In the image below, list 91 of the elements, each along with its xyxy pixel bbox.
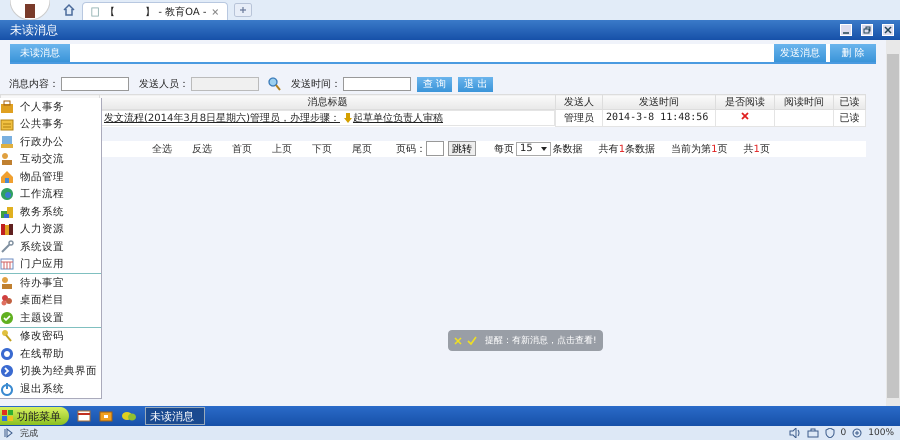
menu-item[interactable]: 工作流程: [0, 186, 101, 203]
menu-item[interactable]: 互动交流: [0, 150, 101, 168]
avatar-icon: [10, 0, 50, 20]
menu-item[interactable]: 物品管理: [0, 168, 101, 186]
menu-item[interactable]: 待办事宜: [0, 274, 101, 292]
power-icon: [0, 382, 14, 396]
per-page-suffix: 条数据: [552, 142, 583, 156]
speaker-icon[interactable]: [788, 428, 801, 438]
count-text: 当前为第1页: [671, 142, 728, 156]
menu-item[interactable]: 切换为经典界面: [0, 362, 101, 380]
start-button[interactable]: 功能菜单: [0, 407, 69, 425]
field-label: 发送时间：: [291, 78, 341, 91]
toolbox-icon[interactable]: [806, 428, 819, 438]
down-arrow-icon: [344, 113, 352, 123]
tab-title: 【 】 - 教育OA -: [105, 6, 206, 18]
menu-item[interactable]: 修改密码: [0, 328, 101, 345]
zoom-icon[interactable]: [852, 428, 862, 438]
monitor-icon: [0, 134, 14, 149]
chat-icon[interactable]: [121, 410, 137, 422]
menu-item[interactable]: 行政办公: [0, 133, 101, 150]
count-text: 共有1条数据: [598, 142, 656, 156]
per-page-select[interactable]: 15: [516, 142, 551, 156]
page-input[interactable]: [426, 141, 444, 156]
minimize-icon[interactable]: [840, 24, 852, 36]
table-cell: 管理员: [556, 110, 602, 126]
go-button[interactable]: 跳转: [448, 141, 476, 156]
pager-link[interactable]: 首页: [232, 142, 272, 156]
page-label: 页码：: [396, 142, 426, 156]
person-icon: [0, 152, 14, 166]
count-text: 共1页: [743, 142, 770, 156]
browser-tab[interactable]: 【 】 - 教育OA -: [82, 2, 228, 20]
menu-item[interactable]: 门户应用: [0, 256, 101, 273]
column-header: 是否阅读: [716, 94, 774, 110]
field-label: 发送人员：: [139, 78, 189, 91]
shield-icon[interactable]: [824, 428, 835, 438]
column-header: 阅读时间: [774, 94, 834, 110]
blocks-icon: [0, 204, 14, 219]
column-header: 发送时间: [602, 94, 716, 110]
sidebar-toggle-icon[interactable]: [4, 428, 14, 438]
new-tab-icon[interactable]: [234, 3, 252, 17]
field-label: 消息内容：: [9, 78, 59, 91]
pager-link[interactable]: 尾页: [352, 142, 392, 156]
per-page-label: 每页: [494, 142, 514, 156]
menu-item[interactable]: 主题设置: [0, 309, 101, 326]
step-link[interactable]: 起草单位负责人审稿: [352, 111, 443, 125]
zoom-level[interactable]: 100%: [868, 428, 894, 438]
task-button[interactable]: 未读消息: [145, 407, 205, 425]
home-icon[interactable]: [62, 3, 76, 17]
blocked-count: 0: [840, 428, 846, 438]
house-icon: [0, 170, 14, 184]
page-icon: [91, 6, 100, 18]
pager-link[interactable]: 全选: [152, 142, 192, 156]
menu-item[interactable]: 教务系统: [0, 203, 101, 220]
person-icon: [0, 276, 14, 290]
key-icon: [0, 329, 14, 344]
menu-item[interactable]: 系统设置: [0, 238, 101, 256]
menu-item[interactable]: 桌面栏目: [0, 292, 101, 309]
input-field[interactable]: [61, 77, 129, 91]
table-cell: 2014-3-8 11:48:56: [602, 110, 716, 126]
menu-item[interactable]: 人力资源: [0, 220, 101, 238]
toast-text: 提醒：有新消息，点击查看!: [485, 334, 597, 347]
folder-icon[interactable]: [99, 410, 113, 422]
windows-logo-icon: [2, 410, 14, 422]
pager-link[interactable]: 下页: [312, 142, 352, 156]
menu-item[interactable]: 在线帮助: [0, 345, 101, 362]
close-icon: [454, 336, 462, 344]
input-field[interactable]: [343, 77, 411, 91]
scrollbar[interactable]: [886, 40, 900, 406]
folder-icon: [0, 117, 14, 132]
status-text: 完成: [20, 428, 38, 440]
calendar-icon[interactable]: [77, 410, 91, 422]
pager-link[interactable]: 上页: [272, 142, 312, 156]
menu-item[interactable]: 公共事务: [0, 116, 101, 133]
bag-icon: [0, 100, 14, 114]
menu-item[interactable]: 个人事务: [0, 98, 101, 116]
wrench-icon: [0, 240, 14, 254]
restore-icon[interactable]: [861, 24, 873, 36]
column-header: 消息标题: [100, 94, 556, 110]
message-link[interactable]: 发文流程(2014年3月8日星期六)管理员，办理步骤：: [104, 111, 340, 125]
window-title: 未读消息: [10, 22, 59, 38]
pager-link[interactable]: 反选: [192, 142, 232, 156]
check-icon: [467, 336, 477, 345]
table-cell: 已读: [834, 110, 866, 126]
menu-item[interactable]: 退出系统: [0, 380, 101, 398]
caret-icon: [540, 146, 547, 150]
search-icon[interactable]: [267, 77, 281, 91]
column-header: 已读: [834, 94, 866, 110]
books-icon: [0, 222, 14, 236]
flower-icon: [0, 293, 14, 308]
globe-icon: [0, 187, 14, 202]
column-header: 发送人: [556, 94, 602, 110]
